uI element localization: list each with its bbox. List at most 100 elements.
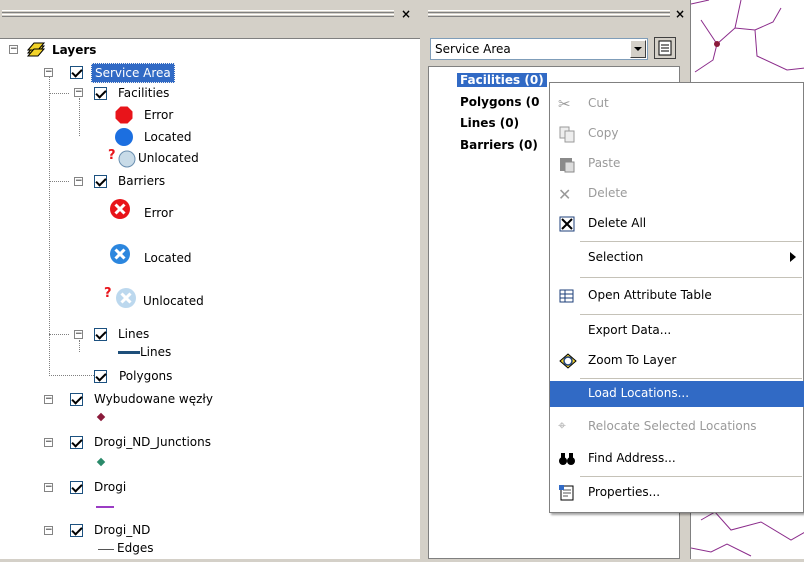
collapse-icon[interactable]: − — [74, 177, 83, 186]
na-dropdown-value: Service Area — [435, 42, 511, 56]
collapse-icon[interactable]: − — [44, 526, 53, 535]
barrier-unlocated-icon — [115, 287, 137, 309]
lines-checkbox[interactable] — [94, 328, 107, 341]
edges-label: Edges — [117, 541, 154, 555]
na-close-icon[interactable]: × — [674, 8, 686, 20]
na-properties-button[interactable] — [654, 37, 676, 59]
barriers-unlocated-label: Unlocated — [143, 294, 204, 308]
tree-line — [49, 72, 50, 374]
unlocated-circle-icon — [118, 150, 136, 168]
menu-item-zoom-to-layer[interactable]: Zoom To Layer — [550, 348, 804, 374]
wybudowane-checkbox[interactable] — [70, 393, 83, 406]
zoom-to-layer-icon — [558, 352, 577, 370]
chevron-down-icon[interactable] — [630, 40, 646, 58]
menu-item-load-locations[interactable]: Load Locations... — [550, 381, 804, 407]
na-grip-2 — [428, 14, 670, 17]
menu-item-cut[interactable]: ✂ Cut — [550, 91, 804, 117]
located-circle-icon — [114, 127, 134, 147]
toc-titlebar[interactable]: × — [0, 0, 420, 20]
na-window-titlebar[interactable]: × — [424, 0, 688, 20]
polygons-label[interactable]: Polygons — [119, 369, 172, 383]
tree-line — [49, 181, 69, 182]
facilities-label[interactable]: Facilities — [118, 86, 169, 100]
scissors-icon: ✂ — [558, 95, 571, 113]
facilities-checkbox[interactable] — [94, 87, 107, 100]
drogi-nd-layer[interactable]: Drogi_ND — [94, 523, 150, 537]
tree-line — [49, 93, 69, 94]
tree-line — [79, 340, 80, 352]
barriers-checkbox[interactable] — [94, 175, 107, 188]
collapse-icon[interactable]: − — [9, 45, 18, 54]
properties-icon — [558, 484, 576, 502]
edge-line-icon — [98, 549, 114, 550]
na-item-barriers[interactable]: Barriers (0) — [460, 138, 538, 152]
menu-item-delete[interactable]: ✕ Delete — [550, 181, 804, 207]
menu-item-find-address[interactable]: Find Address... — [550, 446, 804, 472]
facilities-located-label: Located — [144, 130, 192, 144]
collapse-icon[interactable]: − — [44, 68, 53, 77]
menu-item-delete-all[interactable]: Delete All — [550, 211, 804, 237]
barrier-located-icon — [109, 243, 131, 265]
tree-line — [49, 375, 94, 376]
toc-root-label[interactable]: Layers — [52, 43, 96, 57]
toc-close-icon[interactable]: × — [400, 8, 412, 20]
menu-item-export-data[interactable]: Export Data... — [550, 318, 804, 344]
submenu-arrow-icon — [790, 252, 796, 262]
collapse-icon[interactable]: − — [44, 438, 53, 447]
barriers-error-label: Error — [144, 206, 174, 220]
na-dropdown[interactable]: Service Area — [430, 38, 648, 60]
menu-separator — [580, 277, 802, 278]
junctions-checkbox[interactable] — [70, 436, 83, 449]
service-area-layer[interactable]: Service Area — [91, 63, 175, 83]
na-item-lines[interactable]: Lines (0) — [460, 116, 519, 130]
unlocated-question-icon: ? — [108, 148, 116, 163]
tree-line — [49, 334, 69, 335]
menu-item-relocate-selected[interactable]: ⌖ Relocate Selected Locations — [550, 414, 804, 440]
toc-panel — [0, 38, 420, 559]
menu-item-open-attribute-table[interactable]: Open Attribute Table — [550, 283, 804, 309]
error-octagon-icon — [115, 106, 133, 124]
collapse-icon[interactable]: − — [74, 330, 83, 339]
unlocated-question-icon: ? — [104, 286, 112, 301]
context-menu: ✂ Cut Copy Paste ✕ Delete Delete All Sel… — [549, 82, 804, 513]
lines-item-label: Lines — [140, 345, 172, 359]
service-area-checkbox[interactable] — [70, 66, 83, 79]
barriers-label[interactable]: Barriers — [118, 174, 165, 188]
paste-icon — [558, 155, 576, 173]
lines-group-label[interactable]: Lines — [118, 327, 149, 341]
drogi-checkbox[interactable] — [70, 481, 83, 494]
tree-line — [79, 98, 80, 136]
menu-item-properties[interactable]: Properties... — [550, 480, 804, 506]
menu-separator — [580, 241, 802, 242]
binoculars-icon — [558, 450, 576, 468]
menu-separator — [580, 476, 802, 477]
na-item-facilities[interactable]: Facilities (0) — [457, 73, 547, 87]
layers-icon — [26, 41, 46, 57]
menu-item-paste[interactable]: Paste — [550, 151, 804, 177]
menu-item-copy[interactable]: Copy — [550, 121, 804, 147]
toc-grip — [2, 10, 394, 13]
na-item-polygons[interactable]: Polygons (0 — [460, 95, 540, 109]
drogi-nd-checkbox[interactable] — [70, 524, 83, 537]
delete-x-icon: ✕ — [558, 185, 572, 204]
barriers-located-label: Located — [144, 251, 192, 265]
collapse-icon[interactable]: − — [44, 483, 53, 492]
menu-item-selection[interactable]: Selection — [550, 245, 804, 271]
barrier-error-icon — [109, 198, 131, 220]
drogi-layer[interactable]: Drogi — [94, 480, 126, 494]
toc-grip-2 — [2, 14, 394, 17]
copy-icon — [558, 125, 576, 143]
collapse-icon[interactable]: − — [44, 395, 53, 404]
menu-separator — [580, 378, 802, 379]
facilities-error-label: Error — [144, 108, 174, 122]
na-grip — [428, 10, 670, 13]
delete-all-icon — [558, 215, 576, 233]
polygons-checkbox[interactable] — [94, 370, 107, 383]
menu-separator — [580, 314, 802, 315]
facilities-unlocated-label: Unlocated — [138, 151, 199, 165]
collapse-icon[interactable]: − — [74, 88, 83, 97]
line-symbol-icon — [118, 351, 140, 354]
wybudowane-layer[interactable]: Wybudowane węzły — [94, 392, 213, 406]
line-symbol-icon — [96, 506, 114, 508]
junctions-layer[interactable]: Drogi_ND_Junctions — [94, 435, 211, 449]
